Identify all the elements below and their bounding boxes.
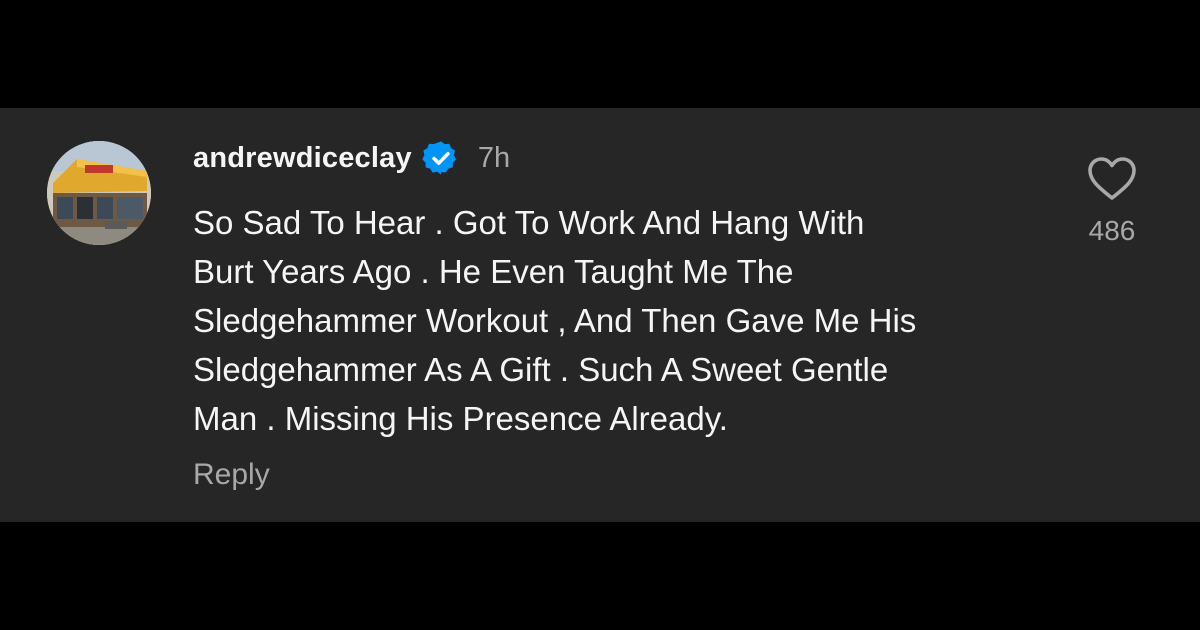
comment-text-line: Sledgehammer Workout , And Then Gave Me … [193,302,917,339]
comment-text-line: So Sad To Hear . Got To Work And Hang Wi… [193,204,865,241]
comment-text-line: Burt Years Ago . He Even Taught Me The [193,253,794,290]
comment-text-line: Sledgehammer As A Gift . Such A Sweet Ge… [193,351,889,388]
like-count: 486 [1088,215,1136,246]
storefront-photo-icon [47,141,151,245]
comment-header: andrewdiceclay 7h [193,138,510,178]
username[interactable]: andrewdiceclay [193,142,412,175]
verified-badge-icon [422,139,460,177]
user-avatar[interactable] [47,141,151,245]
reply-button[interactable]: Reply [193,458,270,492]
comment-timestamp: 7h [477,141,511,174]
comment-card: andrewdiceclay 7h So Sad To Hear . Got T… [0,108,1200,522]
heart-outline-icon[interactable] [1087,156,1137,202]
comment-text-line: Man . Missing His Presence Already. [193,400,728,437]
comment-body: So Sad To Hear . Got To Work And Hang Wi… [193,198,1073,443]
